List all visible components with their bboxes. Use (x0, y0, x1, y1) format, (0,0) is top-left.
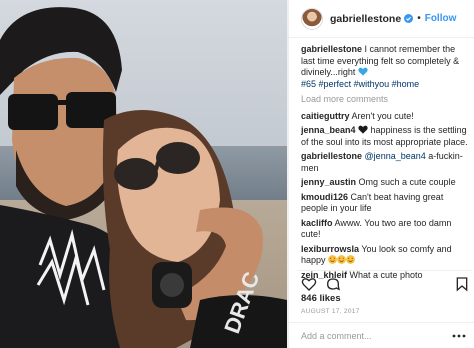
heart-eyes-emoji-icon (337, 255, 347, 264)
load-more-comments-link[interactable]: Load more comments (301, 94, 469, 106)
comment-username[interactable]: jenny_austin (301, 177, 356, 187)
more-options-icon[interactable] (452, 333, 466, 339)
heart-icon[interactable] (301, 276, 317, 292)
hashtag-65[interactable]: #65 (301, 79, 316, 89)
caption-username[interactable]: gabriellestone (301, 44, 362, 54)
comment-text: Aren't you cute! (349, 110, 414, 121)
follow-button[interactable]: Follow (425, 13, 457, 24)
hashtag-withyou[interactable]: #withyou (354, 79, 390, 89)
comment-username[interactable]: jenna_bean4 (301, 125, 356, 135)
add-comment-input[interactable] (301, 330, 451, 341)
post-actions-bar (297, 270, 472, 292)
bookmark-icon[interactable] (454, 276, 470, 292)
comment-text: Omg such a cute couple (356, 177, 456, 187)
header-username[interactable]: gabriellestone (330, 13, 401, 25)
comment-item: kacliffo Awww. You two are too damn cute… (301, 218, 469, 241)
comment-mention[interactable]: @jenna_bean4 (365, 151, 426, 161)
comment-username[interactable]: kmoudi126 (301, 192, 348, 202)
heart-eyes-emoji-icon (328, 255, 338, 264)
avatar[interactable] (301, 7, 323, 30)
post-side-panel: gabriellestone • Follow gabriellestone I… (289, 0, 474, 348)
comments-list: gabriellestone I cannot remember the las… (301, 44, 469, 284)
verified-badge-icon (404, 14, 414, 23)
comment-item: jenny_austin Omg such a cute couple (301, 177, 469, 189)
blue-heart-icon (358, 67, 368, 76)
comment-username[interactable]: caitieguttry (301, 111, 350, 121)
black-heart-icon (358, 125, 368, 134)
comment-item: lexiburrowsla You look so comfy and happ… (301, 244, 469, 267)
post-date: AUGUST 17, 2017 (301, 308, 360, 315)
separator-dot: • (417, 13, 421, 24)
comment-item: jenna_bean4 happiness is the settling of… (301, 125, 469, 148)
comment-username[interactable]: lexiburrowsla (301, 244, 359, 254)
post-header: gabriellestone • Follow (289, 0, 474, 38)
comment-item: gabriellestone @jenna_bean4 a-fuckin-men (301, 151, 469, 174)
hashtag-home[interactable]: #home (392, 79, 420, 89)
comment-item: kmoudi126 Can't beat having great people… (301, 192, 469, 215)
couple-illustration: DRAC (0, 7, 287, 348)
heart-eyes-emoji-icon (346, 255, 356, 264)
add-comment-bar (289, 322, 474, 348)
comment-username[interactable]: kacliffo (301, 218, 333, 228)
likes-count[interactable]: 846 likes (301, 293, 341, 304)
comment-username[interactable]: gabriellestone (301, 151, 362, 161)
hashtag-perfect[interactable]: #perfect (319, 79, 352, 89)
comment-item: caitieguttry Aren't you cute! (301, 111, 469, 123)
post-photo: DRAC (0, 0, 287, 348)
comment-icon[interactable] (325, 276, 341, 292)
post-caption: gabriellestone I cannot remember the las… (301, 44, 469, 90)
